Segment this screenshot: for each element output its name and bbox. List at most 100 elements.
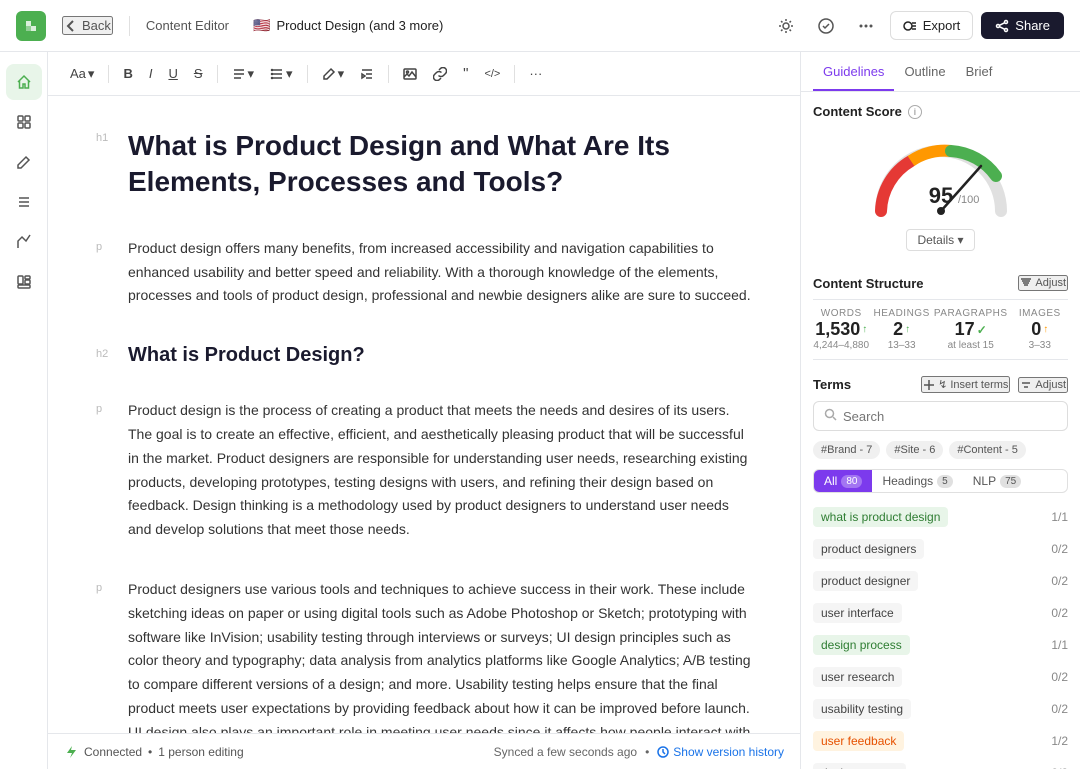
images-arrow: ↑ <box>1043 324 1048 335</box>
indent-button[interactable] <box>354 60 380 88</box>
para3-content: Product designers use various tools and … <box>128 578 752 733</box>
italic-button[interactable]: I <box>143 60 159 88</box>
term-count: 0/2 <box>1051 670 1068 684</box>
gauge-chart: 95 /100 <box>861 131 1021 221</box>
font-size-button[interactable]: Aa ▾ <box>64 60 100 88</box>
filter-tab-headings[interactable]: Headings 5 <box>872 470 962 492</box>
export-button[interactable]: Export <box>890 11 974 40</box>
h2-content: What is Product Design? <box>128 344 752 379</box>
term-name[interactable]: what is product design <box>813 507 948 527</box>
main-layout: Aa ▾ B I U S ▾ ▾ <box>0 52 1080 769</box>
editor-area: Aa ▾ B I U S ▾ ▾ <box>48 52 800 769</box>
more-toolbar-button[interactable]: ··· <box>523 60 548 88</box>
terms-adjust-button[interactable]: Adjust <box>1018 377 1068 393</box>
filter-chips: #Brand - 7 #Site - 6 #Content - 5 <box>813 441 1068 459</box>
settings-icon[interactable] <box>770 10 802 42</box>
para2-block: p Product design is the process of creat… <box>96 399 752 558</box>
highlight-button[interactable]: ▾ <box>316 60 351 88</box>
back-button[interactable]: Back <box>62 16 113 35</box>
underline-button[interactable]: U <box>162 60 183 88</box>
article-h1[interactable]: What is Product Design and What Are Its … <box>128 128 752 201</box>
synced-label: Synced a few seconds ago <box>494 745 637 759</box>
show-version-history-button[interactable]: Show version history <box>657 745 784 759</box>
headings-arrow: ↑ <box>905 324 910 335</box>
svg-text:95: 95 <box>928 183 952 208</box>
sidebar-icon-list[interactable] <box>6 184 42 220</box>
panel-tabs: Guidelines Outline Brief <box>801 52 1080 92</box>
bold-button[interactable]: B <box>117 60 138 88</box>
term-name[interactable]: product designers <box>813 539 924 559</box>
sidebar-icon-widget[interactable] <box>6 264 42 300</box>
content-score-info-icon[interactable]: i <box>908 105 922 119</box>
share-button[interactable]: Share <box>981 12 1064 39</box>
term-name[interactable]: user research <box>813 667 902 687</box>
topbar: Back Content Editor 🇺🇸 Product Design (a… <box>0 0 1080 52</box>
article-para2[interactable]: Product design is the process of creatin… <box>128 399 752 542</box>
code-button[interactable]: </> <box>478 60 506 88</box>
article-para1[interactable]: Product design offers many benefits, fro… <box>128 237 752 308</box>
terms-adjust-icon <box>1020 379 1032 391</box>
term-name[interactable]: user feedback <box>813 731 904 751</box>
editor-footer: Connected • 1 person editing Synced a fe… <box>48 733 800 769</box>
term-row: what is product design1/1 <box>813 503 1068 531</box>
article-h2[interactable]: What is Product Design? <box>128 344 752 367</box>
more-options-icon[interactable] <box>850 10 882 42</box>
list-button[interactable]: ▾ <box>264 60 299 88</box>
term-row: product designer0/2 <box>813 567 1068 595</box>
term-count: 0/2 <box>1051 542 1068 556</box>
term-row: user interface 0/2 <box>813 599 1068 627</box>
app-logo <box>16 11 46 41</box>
chip-site[interactable]: #Site - 6 <box>886 441 943 459</box>
term-name[interactable]: usability testing <box>813 699 911 719</box>
terms-search-input[interactable] <box>843 409 1057 424</box>
term-count: 0/2 <box>1051 606 1068 620</box>
term-name[interactable]: design system <box>813 763 906 769</box>
term-row: user feedback 1/2 <box>813 727 1068 755</box>
term-row: user research 0/2 <box>813 663 1068 691</box>
tab-outline[interactable]: Outline <box>894 52 955 91</box>
check-icon[interactable] <box>810 10 842 42</box>
term-name[interactable]: user interface <box>813 603 902 623</box>
toolbar-sep-1 <box>108 65 109 83</box>
quote-button[interactable]: " <box>457 60 474 88</box>
insert-terms-button[interactable]: ↯ Insert terms <box>921 376 1010 393</box>
chip-content[interactable]: #Content - 5 <box>949 441 1026 459</box>
details-button[interactable]: Details ▾ <box>906 229 974 251</box>
sidebar-icon-chart[interactable] <box>6 224 42 260</box>
adjust-button[interactable]: Adjust <box>1018 275 1068 291</box>
connection-status: Connected • 1 person editing <box>64 745 244 759</box>
sidebar-icon-grid[interactable] <box>6 104 42 140</box>
terms-section: Terms ↯ Insert terms Adjust <box>813 376 1068 769</box>
align-button[interactable]: ▾ <box>226 60 261 88</box>
p3-tag: p <box>96 582 116 594</box>
content-structure-title: Content Structure <box>813 276 924 291</box>
toolbar-sep-2 <box>217 65 218 83</box>
struct-header: Content Structure Adjust <box>813 275 1068 291</box>
term-name[interactable]: product designer <box>813 571 918 591</box>
filter-tab-nlp[interactable]: NLP 75 <box>963 470 1031 492</box>
toolbar-sep-3 <box>307 65 308 83</box>
chip-brand[interactable]: #Brand - 7 <box>813 441 880 459</box>
image-button[interactable] <box>397 60 423 88</box>
term-count: 1/2 <box>1051 734 1068 748</box>
article-para3[interactable]: Product designers use various tools and … <box>128 578 752 733</box>
editor-content[interactable]: h1 What is Product Design and What Are I… <box>48 96 800 733</box>
sidebar-icon-home[interactable] <box>6 64 42 100</box>
term-name[interactable]: design process <box>813 635 910 655</box>
p1-tag: p <box>96 241 116 253</box>
doc-title: 🇺🇸 Product Design (and 3 more) <box>253 17 443 34</box>
sidebar-icon-edit[interactable] <box>6 144 42 180</box>
search-icon <box>824 408 837 424</box>
footer-right: Synced a few seconds ago • Show version … <box>494 745 784 759</box>
tab-guidelines[interactable]: Guidelines <box>813 52 894 91</box>
clock-icon <box>657 746 669 758</box>
connected-label: Connected <box>84 745 142 759</box>
p2-tag: p <box>96 403 116 415</box>
filter-tab-all[interactable]: All 80 <box>814 470 872 492</box>
strikethrough-button[interactable]: S <box>188 60 209 88</box>
link-button[interactable] <box>427 60 453 88</box>
tab-brief[interactable]: Brief <box>956 52 1003 91</box>
editor-label: Content Editor <box>146 18 229 33</box>
svg-text:/100: /100 <box>958 194 979 206</box>
term-row: design process1/1 <box>813 631 1068 659</box>
